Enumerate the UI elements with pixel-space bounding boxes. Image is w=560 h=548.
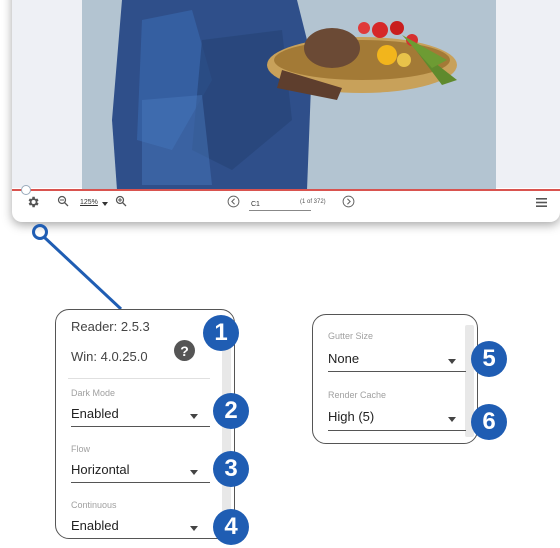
callout-badge-4: 4 [213, 509, 249, 545]
flow-label: Flow [71, 444, 91, 454]
win-version: Win: 4.0.25.0 [71, 349, 148, 364]
render-cache-select[interactable]: High (5) [328, 409, 374, 424]
callout-badge-6: 6 [471, 404, 507, 440]
callout-badge-2: 2 [213, 393, 249, 429]
render-cache-label: Render Cache [328, 390, 387, 400]
help-icon[interactable]: ? [174, 340, 195, 361]
flow-underline [71, 482, 210, 483]
dark-mode-label: Dark Mode [71, 388, 116, 398]
dark-mode-select[interactable]: Enabled [71, 406, 119, 421]
callout-badge-5: 5 [471, 341, 507, 377]
chevron-down-icon[interactable] [190, 414, 198, 419]
continuous-label: Continuous [71, 500, 117, 510]
gutter-size-select[interactable]: None [328, 351, 359, 366]
chevron-down-icon[interactable] [448, 359, 456, 364]
reader-version: Reader: 2.5.3 [71, 319, 150, 334]
callout-badge-1: 1 [203, 315, 239, 351]
divider [68, 378, 210, 379]
chevron-down-icon[interactable] [190, 470, 198, 475]
flow-select[interactable]: Horizontal [71, 462, 130, 477]
chevron-down-icon[interactable] [190, 526, 198, 531]
render-cache-underline [328, 430, 466, 431]
chevron-down-icon[interactable] [448, 417, 456, 422]
gutter-size-underline [328, 371, 466, 372]
dark-mode-underline [71, 426, 210, 427]
continuous-select[interactable]: Enabled [71, 518, 119, 533]
gutter-size-label: Gutter Size [328, 331, 374, 341]
callout-badge-3: 3 [213, 451, 249, 487]
